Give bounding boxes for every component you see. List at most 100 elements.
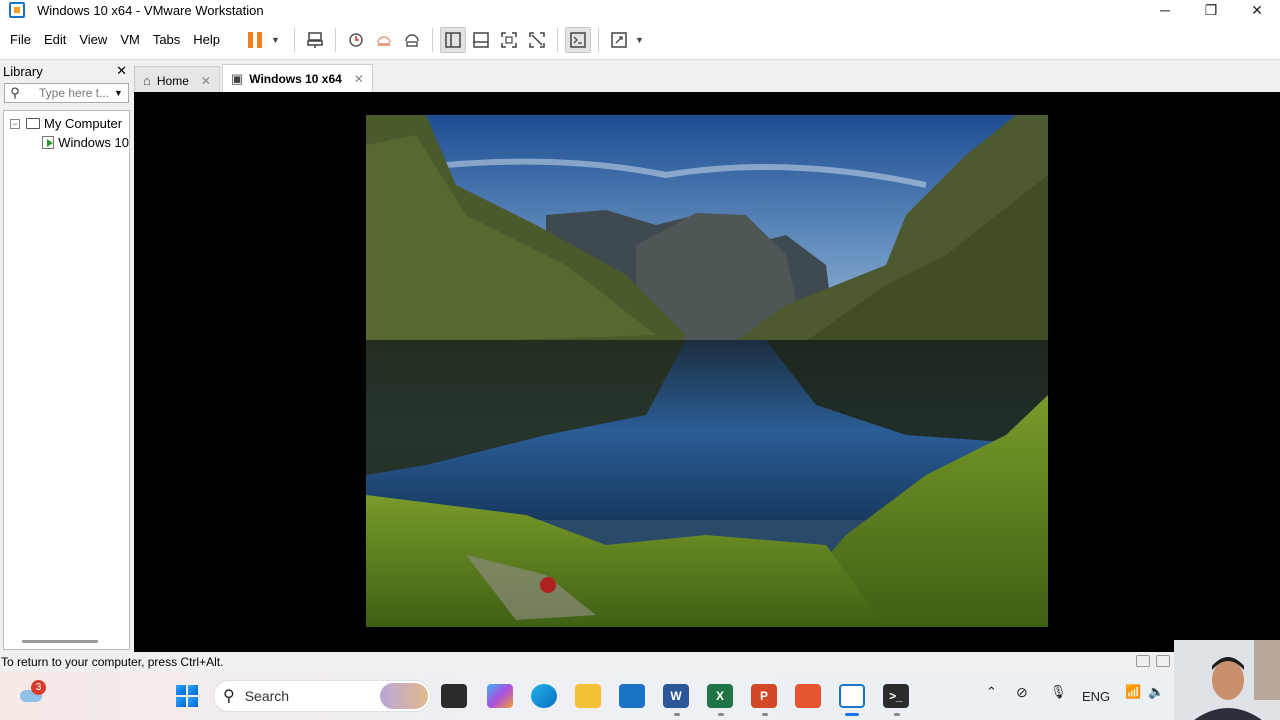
search-dropdown-icon[interactable]: ▼ [114, 88, 128, 98]
unity-icon [529, 31, 545, 48]
toolbar-separator [293, 27, 295, 52]
copilot-icon[interactable] [487, 684, 513, 708]
snapshot-manager-icon [405, 33, 419, 47]
send-ctrl-alt-del-button[interactable] [302, 27, 328, 53]
close-button[interactable]: ✕ [1234, 0, 1280, 20]
collapse-icon[interactable]: − [10, 118, 20, 129]
status-message: To return to your computer, press Ctrl+A… [1, 655, 224, 669]
title-bar: Windows 10 x64 - VMware Workstation ─ ❐ … [0, 0, 1280, 20]
library-scrollbar[interactable] [22, 640, 98, 643]
wifi-icon[interactable]: 📶 [1125, 684, 1141, 700]
window-controls: ─ ❐ ✕ [1142, 0, 1280, 20]
edge-icon[interactable] [531, 684, 557, 708]
tab-close-button[interactable]: ✕ [354, 72, 364, 86]
webcam-overlay [1174, 640, 1280, 720]
tab-label: Home [156, 73, 189, 88]
search-placeholder: Type here t... [39, 86, 110, 100]
library-tree: − My Computer Windows 10 [3, 110, 130, 650]
network-icon [307, 31, 323, 48]
revert-snapshot-button[interactable] [371, 27, 397, 53]
snapshot-icon [349, 32, 363, 47]
console-view-button[interactable] [564, 26, 591, 53]
tab-close-button[interactable]: ✕ [201, 74, 211, 88]
toolbar-separator [597, 27, 599, 52]
task-view-icon[interactable] [441, 684, 467, 708]
stretch-guest-button[interactable] [606, 27, 632, 53]
guest-desktop-wallpaper [366, 115, 1048, 627]
taskbar-search-label: Search [244, 688, 290, 704]
vm-console[interactable] [134, 92, 1280, 652]
no-network-icon[interactable]: ⊘ [1016, 684, 1028, 701]
microsoft-store-icon[interactable] [619, 684, 645, 708]
powerpoint-icon[interactable]: P [751, 684, 777, 708]
menu-file[interactable]: File [4, 32, 37, 47]
thumbnail-view-icon [473, 31, 489, 48]
show-library-button[interactable] [439, 26, 466, 53]
stretch-dropdown-icon[interactable]: ▼ [635, 35, 644, 45]
running-indicator [762, 713, 768, 716]
taskbar-search[interactable]: ⚲ Search [213, 680, 431, 712]
menu-toolbar: File Edit View VM Tabs Help ▼ ▼ [0, 20, 1280, 60]
person-image [1174, 640, 1280, 720]
running-indicator [894, 713, 900, 716]
pause-button[interactable] [242, 27, 268, 53]
toolbar-separator [431, 27, 433, 52]
file-explorer-icon[interactable] [575, 684, 601, 708]
snipping-tool-icon[interactable] [795, 684, 821, 708]
library-close-button[interactable]: ✕ [116, 63, 127, 79]
snapshot-manager-button[interactable] [399, 27, 425, 53]
running-indicator [718, 713, 724, 716]
library-view-icon [445, 31, 461, 48]
search-highlight-image [380, 683, 428, 709]
tree-item-windows-10[interactable]: Windows 10 [4, 133, 129, 152]
running-indicator [674, 713, 680, 716]
menu-help[interactable]: Help [187, 32, 226, 47]
unity-button[interactable] [524, 27, 550, 53]
tree-item-label: My Computer [44, 116, 123, 131]
tree-item-label: Windows 10 [58, 135, 129, 150]
menu-vm[interactable]: VM [114, 32, 146, 47]
cd-dvd-icon[interactable] [1156, 655, 1170, 667]
power-dropdown-icon[interactable]: ▼ [271, 35, 280, 45]
library-panel: Library ✕ ⚲ Type here t... ▼ − My Comput… [0, 60, 133, 652]
revert-icon [377, 35, 391, 46]
tree-item-my-computer[interactable]: − My Computer [4, 114, 129, 133]
library-search-input[interactable]: ⚲ Type here t... ▼ [4, 83, 129, 103]
library-header: Library ✕ [0, 60, 133, 82]
tab-windows-10-x64[interactable]: ▣ Windows 10 x64 ✕ [221, 64, 373, 92]
landscape-image [366, 115, 1048, 627]
tab-label: Windows 10 x64 [249, 71, 342, 86]
vm-icon: ▣ [230, 70, 244, 86]
hard-disk-icon[interactable] [1136, 655, 1150, 667]
active-indicator [845, 713, 859, 716]
excel-icon[interactable]: X [707, 684, 733, 708]
vm-icon [42, 136, 55, 149]
menu-view[interactable]: View [73, 32, 113, 47]
fullscreen-icon [501, 31, 517, 48]
vmware-logo-icon [9, 2, 25, 18]
full-screen-button[interactable] [496, 27, 522, 53]
microphone-icon[interactable]: 🎙 [1050, 684, 1067, 700]
volume-icon[interactable]: 🔈 [1148, 684, 1164, 700]
library-title: Library [3, 63, 43, 79]
snapshot-button[interactable] [343, 27, 369, 53]
menu-edit[interactable]: Edit [38, 32, 72, 47]
notification-badge: 3 [31, 680, 46, 695]
vmware-taskbar-icon[interactable] [839, 684, 865, 708]
status-bar: To return to your computer, press Ctrl+A… [0, 652, 1280, 672]
toolbar-separator [556, 27, 558, 52]
minimize-button[interactable]: ─ [1142, 0, 1188, 20]
tab-strip: ⌂ Home ✕ ▣ Windows 10 x64 ✕ [134, 64, 375, 94]
show-hidden-icons-icon[interactable]: ⌃ [986, 684, 997, 700]
restore-button[interactable]: ❐ [1188, 0, 1234, 20]
terminal-icon[interactable]: >_ [883, 684, 909, 708]
pause-icon [248, 31, 263, 48]
language-indicator[interactable]: ENG [1082, 689, 1110, 704]
menu-tabs[interactable]: Tabs [147, 32, 186, 47]
start-button[interactable] [176, 685, 198, 707]
word-icon[interactable]: W [663, 684, 689, 708]
tab-home[interactable]: ⌂ Home ✕ [134, 66, 220, 94]
console-icon [570, 31, 586, 48]
search-icon: ⚲ [10, 85, 20, 100]
show-thumbnail-bar-button[interactable] [468, 27, 494, 53]
